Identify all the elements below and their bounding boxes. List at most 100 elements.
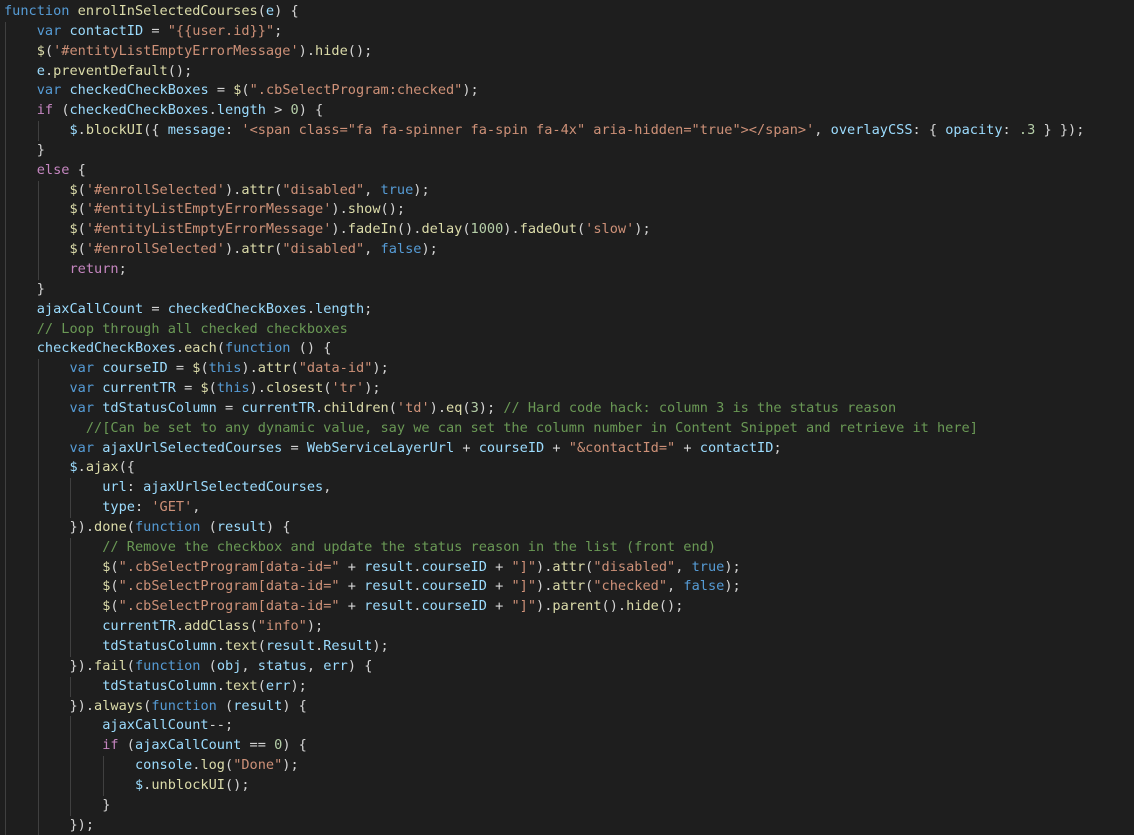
code-line[interactable]: else {	[4, 160, 1134, 181]
code-line[interactable]: e.preventDefault();	[4, 61, 1134, 82]
code-line[interactable]: $('#entityListEmptyErrorMessage').fadeIn…	[4, 220, 1134, 241]
indent-guide	[5, 41, 6, 62]
code-line[interactable]: var contactID = "{{user.id}}";	[4, 21, 1134, 42]
code-line[interactable]: });	[4, 815, 1134, 835]
code-line[interactable]: console.log("Done");	[4, 756, 1134, 776]
code-line[interactable]: if (checkedCheckBoxes.length > 0) {	[4, 101, 1134, 122]
code-token: "{{user.id}}"	[167, 22, 275, 39]
code-token: (	[77, 221, 86, 238]
code-line[interactable]: }	[4, 140, 1134, 161]
code-token: 'GET'	[151, 499, 193, 516]
code-line[interactable]: }).always(function (result) {	[4, 696, 1134, 717]
code-token: 'td'	[396, 399, 430, 416]
code-line[interactable]: }	[4, 279, 1134, 300]
code-line[interactable]: //[Can be set to any dynamic value, say …	[4, 418, 1134, 439]
indent-guide	[37, 637, 39, 657]
code-line[interactable]: $.blockUI({ message: '<span class="fa fa…	[4, 121, 1134, 141]
code-token: var	[69, 399, 103, 416]
code-token: +	[454, 439, 479, 456]
code-line[interactable]: $(".cbSelectProgram[data-id=" + result.c…	[4, 577, 1134, 598]
code-token: 0	[290, 102, 299, 119]
code-line[interactable]: }	[4, 795, 1134, 816]
code-line[interactable]: $('#entityListEmptyErrorMessage').show()…	[4, 200, 1134, 221]
code-line[interactable]: var currentTR = $(this).closest('tr');	[4, 379, 1134, 399]
code-token: text	[224, 677, 258, 694]
code-line[interactable]: return;	[4, 259, 1134, 280]
code-line[interactable]: if (ajaxCallCount == 0) {	[4, 736, 1134, 757]
code-line[interactable]: var ajaxUrlSelectedCourses = WebServiceL…	[4, 438, 1134, 459]
code-token: hide	[626, 598, 659, 615]
code-line[interactable]: url: ajaxUrlSelectedCourses,	[4, 478, 1134, 499]
code-line[interactable]: $(".cbSelectProgram[data-id=" + result.c…	[4, 557, 1134, 578]
code-line[interactable]: function enrolInSelectedCourses(e) {	[4, 2, 1134, 22]
indent-guide	[70, 557, 72, 578]
indent-guide	[37, 379, 39, 399]
code-token: var	[69, 360, 103, 377]
code-token: .	[77, 459, 86, 476]
code-line[interactable]: $('#entityListEmptyErrorMessage').hide()…	[4, 41, 1134, 62]
indent-guide	[5, 339, 6, 360]
code-line[interactable]: $.unblockUI();	[4, 775, 1134, 796]
code-line[interactable]: ajaxCallCount--;	[4, 716, 1134, 737]
code-line[interactable]: ajaxCallCount = checkedCheckBoxes.length…	[4, 299, 1134, 320]
code-area[interactable]: function enrolInSelectedCourses(e) { var…	[4, 2, 1134, 835]
code-token: (	[257, 638, 266, 654]
code-line[interactable]: $('#enrollSelected').attr("disabled", fa…	[4, 240, 1134, 260]
code-token: if	[36, 102, 62, 119]
code-line[interactable]: var courseID = $(this).attr("data-id");	[4, 359, 1134, 380]
code-token: ,	[192, 499, 201, 516]
code-line[interactable]: var tdStatusColumn = currentTR.children(…	[4, 398, 1134, 419]
code-line[interactable]: currentTR.addClass("info");	[4, 617, 1134, 637]
code-editor[interactable]: function enrolInSelectedCourses(e) { var…	[0, 0, 1134, 835]
code-token: checkedCheckBoxes	[69, 102, 209, 119]
code-line[interactable]: // Loop through all checked checkboxes	[4, 319, 1134, 340]
code-token: true	[691, 558, 725, 575]
indent-guide	[37, 736, 39, 757]
code-token: ({	[118, 459, 135, 476]
code-line[interactable]: $('#enrollSelected').attr("disabled", tr…	[4, 180, 1134, 201]
code-token: ) {	[298, 102, 324, 119]
code-token: overlayCSS	[830, 122, 913, 139]
code-line[interactable]: var checkedCheckBoxes = $(".cbSelectProg…	[4, 81, 1134, 102]
code-line[interactable]: tdStatusColumn.text(result.Result);	[4, 637, 1134, 657]
indent-guide	[70, 716, 72, 737]
code-line[interactable]: $.ajax({	[4, 458, 1134, 479]
indent-guide	[5, 21, 6, 42]
code-token: "]"	[511, 598, 537, 615]
code-token: (	[225, 757, 234, 774]
indent-guide	[5, 577, 6, 598]
code-line[interactable]: $(".cbSelectProgram[data-id=" + result.c…	[4, 597, 1134, 618]
code-line[interactable]: checkedCheckBoxes.each(function () {	[4, 339, 1134, 360]
code-line[interactable]: tdStatusColumn.text(err);	[4, 676, 1134, 697]
code-token: .	[315, 399, 324, 416]
code-token: .	[216, 638, 225, 654]
code-token: e	[265, 3, 275, 19]
code-token: false	[683, 578, 725, 595]
code-token: (	[249, 618, 258, 635]
code-token: );	[290, 677, 307, 694]
code-token: show	[347, 201, 381, 218]
code-line[interactable]: type: 'GET',	[4, 498, 1134, 518]
code-token: checkedCheckBoxes	[167, 300, 307, 317]
indent-guide	[5, 736, 6, 757]
code-line[interactable]: }).fail(function (obj, status, err) {	[4, 656, 1134, 677]
code-token: =	[143, 300, 168, 317]
indent-guide	[5, 418, 6, 439]
code-line[interactable]: // Remove the checkbox and update the st…	[4, 537, 1134, 558]
code-line[interactable]: }).done(function (result) {	[4, 517, 1134, 538]
code-token: (	[208, 380, 217, 397]
code-token: ;	[364, 300, 373, 317]
code-token: --;	[208, 717, 234, 734]
code-token: +	[675, 439, 700, 456]
code-token: eq	[446, 399, 463, 416]
